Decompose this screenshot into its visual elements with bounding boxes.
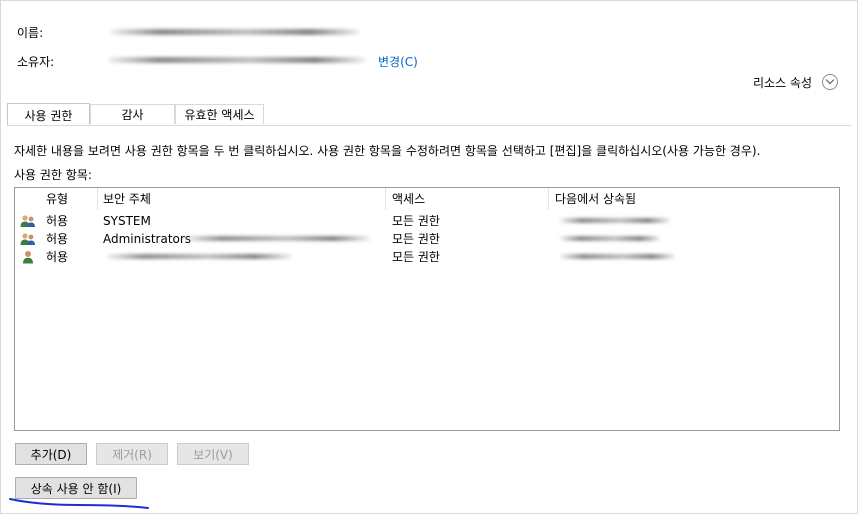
- column-divider[interactable]: [385, 188, 386, 210]
- column-divider[interactable]: [548, 188, 549, 210]
- single-user-icon: [23, 251, 33, 264]
- tab-strip-divider: [7, 125, 851, 126]
- add-button[interactable]: 추가(D): [15, 443, 87, 465]
- resource-properties-label: 리소스 속성: [753, 76, 813, 90]
- name-value-redacted: [110, 29, 360, 35]
- entry-access: 모든 권한: [392, 232, 440, 246]
- view-button[interactable]: 보기(V): [177, 443, 249, 465]
- tab-auditing[interactable]: 감사: [90, 104, 175, 124]
- name-label: 이름:: [17, 26, 44, 40]
- group-users-icon: [20, 233, 35, 245]
- column-header-access[interactable]: 액세스: [392, 188, 425, 210]
- entry-principal: SYSTEM: [103, 214, 151, 228]
- entry-principal: Administrators: [103, 232, 192, 246]
- entry-type: 허용: [46, 250, 69, 264]
- inherited-from-redacted: [560, 254, 675, 259]
- group-users-icon: [20, 215, 35, 227]
- column-header-principal[interactable]: 보안 주체: [103, 188, 151, 210]
- principal-redacted: [107, 254, 292, 259]
- permissions-description: 자세한 내용을 보려면 사용 권한 항목을 두 번 클릭하십시오. 사용 권한 …: [14, 144, 761, 158]
- column-divider[interactable]: [97, 188, 98, 210]
- entry-access: 모든 권한: [392, 250, 440, 264]
- tab-permissions[interactable]: 사용 권한: [7, 103, 90, 126]
- column-header-type[interactable]: 유형: [46, 188, 68, 210]
- chevron-down-icon: [825, 75, 835, 85]
- tab-permissions-label: 사용 권한: [24, 108, 73, 123]
- entry-type: 허용: [46, 232, 69, 246]
- table-row[interactable]: 허용 Administrators 모든 권한: [15, 230, 839, 248]
- entry-access: 모든 권한: [392, 214, 440, 228]
- tab-effective-access-label: 유효한 액세스: [184, 108, 255, 122]
- hand-drawn-underline-annotation: [9, 498, 149, 509]
- expand-chevron-button[interactable]: [822, 74, 838, 90]
- remove-button[interactable]: 제거(R): [96, 443, 168, 465]
- permission-entries-label: 사용 권한 항목:: [14, 168, 92, 182]
- owner-label: 소유자:: [17, 55, 55, 69]
- inherited-from-redacted: [560, 236, 660, 241]
- change-owner-link[interactable]: 변경(C): [378, 53, 418, 70]
- owner-value-redacted: [108, 57, 366, 63]
- column-header-inherited-from[interactable]: 다음에서 상속됨: [555, 188, 636, 210]
- tab-auditing-label: 감사: [121, 108, 144, 122]
- inherited-from-redacted: [560, 218, 670, 223]
- tab-effective-access[interactable]: 유효한 액세스: [175, 104, 264, 124]
- table-row[interactable]: 허용 SYSTEM 모든 권한: [15, 212, 839, 230]
- principal-suffix-redacted: [185, 236, 370, 241]
- table-row[interactable]: 허용 모든 권한: [15, 248, 839, 266]
- permission-entries-list[interactable]: 유형 보안 주체 액세스 다음에서 상속됨 허용 SYSTEM 모든 권한 허용…: [14, 187, 840, 431]
- entry-type: 허용: [46, 214, 69, 228]
